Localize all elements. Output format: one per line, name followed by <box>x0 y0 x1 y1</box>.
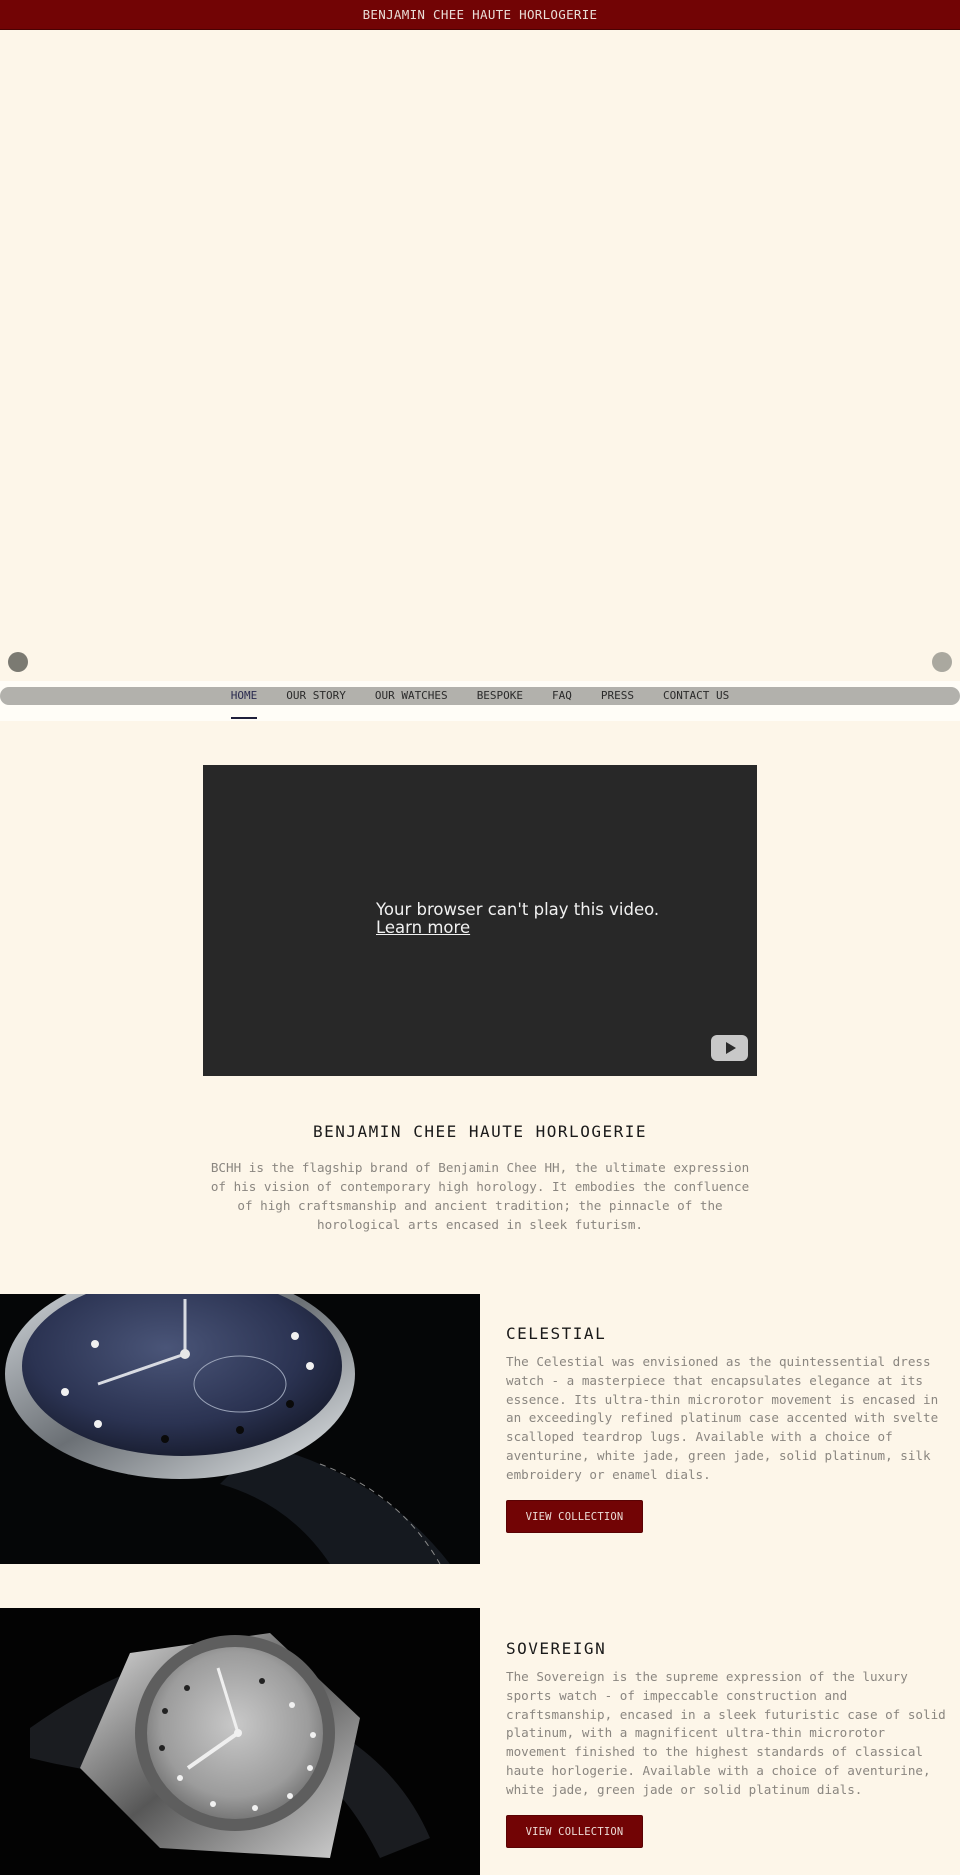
video-error-message: Your browser can't play this video. Lear… <box>376 901 659 937</box>
intro-title: BENJAMIN CHEE HAUTE HORLOGERIE <box>313 1122 647 1141</box>
sovereign-watch-illustration <box>0 1608 480 1875</box>
celestial-description: The Celestial was envisioned as the quin… <box>506 1354 939 1482</box>
celestial-watch-image <box>0 1294 480 1564</box>
hero-carousel <box>0 31 960 681</box>
learn-more-link[interactable]: Learn more <box>376 919 659 937</box>
sovereign-view-collection-button[interactable]: VIEW COLLECTION <box>506 1815 643 1848</box>
nav-item-faq[interactable]: FAQ <box>552 687 572 705</box>
celestial-view-collection-button[interactable]: VIEW COLLECTION <box>506 1500 643 1533</box>
brand-title: BENJAMIN CHEE HAUTE HORLOGERIE <box>362 7 598 22</box>
sovereign-description: The Sovereign is the supreme expression … <box>506 1669 946 1797</box>
nav-item-contact-us[interactable]: CONTACT US <box>663 687 729 705</box>
main-nav: HOME OUR STORY OUR WATCHES BESPOKE FAQ P… <box>0 687 960 719</box>
carousel-next-dot[interactable] <box>932 652 952 672</box>
nav-item-our-watches[interactable]: OUR WATCHES <box>375 687 448 705</box>
video-player[interactable]: Your browser can't play this video. Lear… <box>203 765 757 1076</box>
nav-item-our-story[interactable]: OUR STORY <box>286 687 346 705</box>
play-icon <box>726 1042 736 1054</box>
sovereign-title: SOVEREIGN <box>506 1639 607 1658</box>
video-error-text: Your browser can't play this video. <box>376 900 660 919</box>
intro-text: BCHH is the flagship brand of Benjamin C… <box>210 1160 750 1232</box>
nav-item-press[interactable]: PRESS <box>601 687 634 705</box>
nav-item-bespoke[interactable]: BESPOKE <box>477 687 523 705</box>
sovereign-watch-image <box>0 1608 480 1875</box>
carousel-prev-dot[interactable] <box>8 652 28 672</box>
celestial-watch-illustration <box>0 1294 480 1564</box>
nav-item-home[interactable]: HOME <box>230 687 257 719</box>
top-brand-bar: BENJAMIN CHEE HAUTE HORLOGERIE <box>0 0 960 30</box>
celestial-title: CELESTIAL <box>506 1324 607 1343</box>
youtube-play-button[interactable] <box>711 1035 748 1061</box>
